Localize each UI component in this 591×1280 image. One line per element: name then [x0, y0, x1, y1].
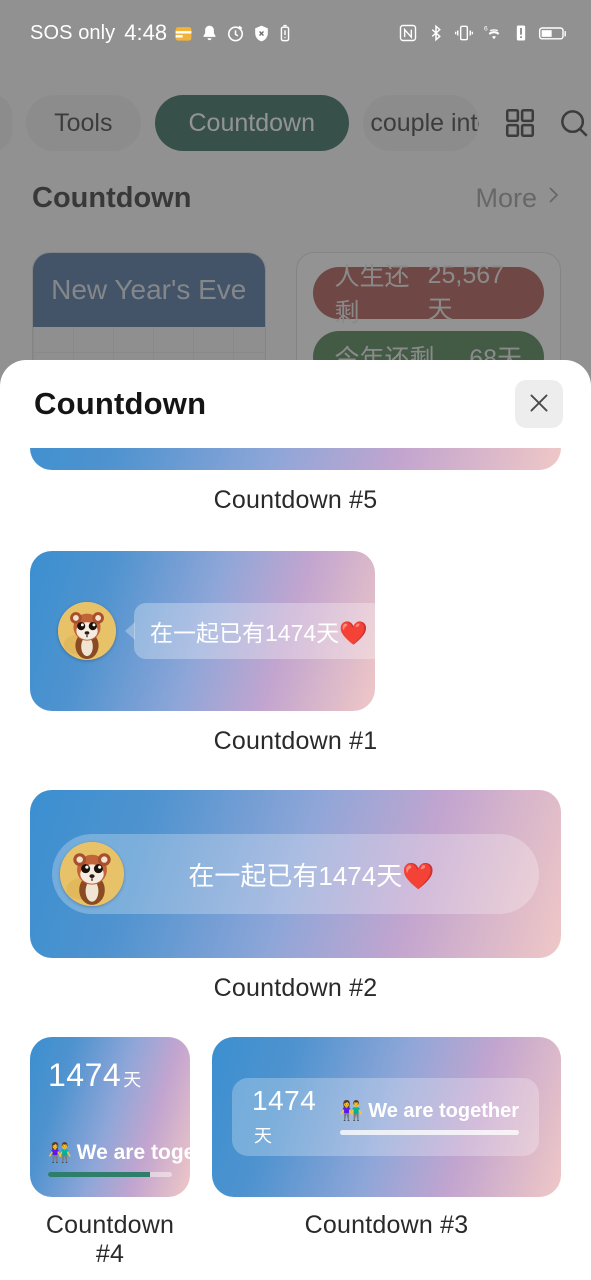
bluetooth-icon: [427, 23, 445, 43]
countdown-3-pill: 1474 天 👫 We are together: [232, 1078, 539, 1156]
countdown-2-pill: 在一起已有1474天❤️: [52, 834, 539, 914]
countdown-5-card: [30, 448, 561, 470]
widget-item-countdown-5[interactable]: Countdown #5: [0, 448, 591, 515]
countdown-5-label: Countdown #5: [213, 486, 378, 514]
countdown-4-footer: 👫 We are toget...: [48, 1141, 190, 1177]
countdown-4-days-unit: 天: [123, 1070, 142, 1090]
battery-icon: [537, 23, 569, 43]
countdown-3-days-unit: 天: [254, 1126, 273, 1146]
alarm-icon: [226, 24, 245, 43]
countdown-3-days: 1474 天: [252, 1085, 324, 1149]
close-button[interactable]: [515, 380, 563, 428]
screen: Tools Countdown couple inter: [0, 0, 591, 1280]
couple-emoji: 👫: [48, 1142, 72, 1164]
sheet-header: Countdown: [0, 360, 591, 448]
calendar-icon: [174, 24, 193, 43]
countdown-2-card[interactable]: 在一起已有1474天❤️: [30, 790, 561, 958]
couple-emoji: 👫: [339, 1100, 364, 1122]
countdown-bottom-sheet: Countdown Countdown #5 在一起已有1474天❤️ Coun…: [0, 360, 591, 1280]
svg-text:6: 6: [484, 26, 488, 33]
countdown-3-together-row: 👫 We are together: [340, 1100, 519, 1123]
widget-item-countdown-1[interactable]: 在一起已有1474天❤️ Countdown #1: [0, 515, 591, 756]
countdown-4-days: 1474 天: [48, 1057, 172, 1094]
close-icon: [526, 390, 552, 419]
heart-emoji: ❤️: [402, 860, 435, 891]
shield-off-icon: [252, 24, 271, 43]
countdown-1-card[interactable]: 在一起已有1474天❤️: [30, 551, 375, 711]
countdown-2-label: Countdown #2: [213, 974, 378, 1002]
countdown-4-together-text: We are toget...: [76, 1141, 190, 1164]
widget-item-countdown-2[interactable]: 在一起已有1474天❤️ Countdown #2: [0, 756, 591, 1003]
red-panda-avatar: [60, 842, 124, 906]
countdown-4-progress-bar: [48, 1172, 172, 1177]
status-bar-right: 6: [398, 23, 569, 43]
widget-bottom-row: 1474天 👫 We are toget...: [0, 1003, 591, 1197]
countdown-2-text-wrap: 在一起已有1474天❤️: [124, 856, 499, 893]
heart-emoji: ❤️: [339, 620, 368, 646]
countdown-3-progress-bar: [339, 1129, 519, 1135]
countdown-4-label-wrap: Countdown #4: [30, 1197, 190, 1269]
countdown-4-card[interactable]: 1474天 👫 We are toget...: [30, 1037, 190, 1197]
battery-saver-icon: [278, 24, 292, 43]
countdown-2-text: 在一起已有1474天: [188, 860, 403, 891]
wifi-6-icon: 6: [483, 23, 505, 43]
status-bar-left: SOS only 4:48: [30, 20, 292, 46]
widget-list[interactable]: Countdown #5 在一起已有1474天❤️ Countdown #1 在…: [0, 448, 591, 1280]
bell-icon: [200, 24, 219, 43]
countdown-3-right: 👫 We are together: [339, 1100, 519, 1135]
countdown-3-days-value: 1474: [252, 1085, 317, 1116]
countdown-3-label-wrap: Countdown #3: [212, 1197, 561, 1269]
sheet-title: Countdown: [34, 386, 207, 421]
carrier-label: SOS only: [30, 21, 116, 44]
countdown-4-together-row: 👫 We are toget...: [48, 1141, 190, 1165]
countdown-1-bubble: 在一起已有1474天❤️: [134, 603, 375, 659]
countdown-5-preview[interactable]: [30, 448, 561, 470]
widget-bottom-labels: Countdown #4 Countdown #3: [0, 1197, 591, 1269]
nfc-icon: [398, 23, 418, 43]
status-bar: SOS only 4:48 6: [0, 0, 591, 66]
vibrate-icon: [454, 23, 474, 43]
countdown-3-together-text: We are together: [368, 1099, 519, 1122]
countdown-4-label: Countdown #4: [45, 1211, 175, 1268]
widget-item-countdown-4[interactable]: 1474天 👫 We are toget...: [30, 1037, 190, 1197]
alert-icon: [514, 23, 528, 43]
red-panda-avatar: [58, 602, 116, 660]
countdown-3-label: Countdown #3: [304, 1211, 469, 1239]
widget-item-countdown-3[interactable]: 1474 天 👫 We are together: [212, 1037, 561, 1197]
countdown-3-card[interactable]: 1474 天 👫 We are together: [212, 1037, 561, 1197]
clock-label: 4:48: [124, 20, 168, 45]
countdown-1-label: Countdown #1: [213, 727, 378, 755]
countdown-4-days-value: 1474: [48, 1057, 122, 1093]
countdown-1-text: 在一起已有1474天: [150, 620, 340, 646]
